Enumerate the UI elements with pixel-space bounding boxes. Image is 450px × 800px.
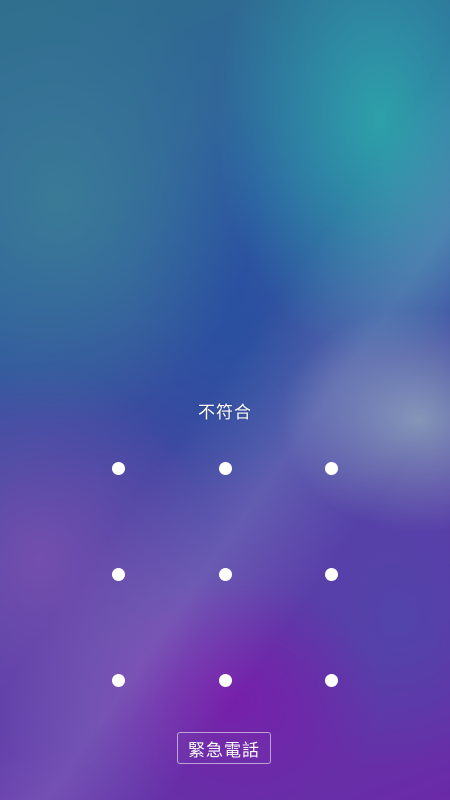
- pattern-dot-6[interactable]: [278, 521, 384, 627]
- pattern-dot-4-marker: [111, 567, 125, 581]
- pattern-dot-6-marker: [324, 567, 338, 581]
- pattern-dot-5-marker: [218, 567, 232, 581]
- lock-screen: 不符合 緊急電話: [0, 0, 450, 800]
- pattern-dot-1-marker: [111, 461, 125, 475]
- pattern-dot-7[interactable]: [65, 627, 171, 733]
- pattern-dot-2-marker: [218, 461, 232, 475]
- unlock-pattern-grid[interactable]: [65, 415, 385, 735]
- pattern-dot-9-marker: [324, 673, 338, 687]
- pattern-dot-8[interactable]: [172, 627, 278, 733]
- emergency-call-button[interactable]: 緊急電話: [177, 732, 271, 764]
- pattern-dot-3[interactable]: [278, 415, 384, 521]
- pattern-dot-5[interactable]: [172, 521, 278, 627]
- pattern-dot-1[interactable]: [65, 415, 171, 521]
- pattern-dot-9[interactable]: [278, 627, 384, 733]
- pattern-dot-2[interactable]: [172, 415, 278, 521]
- pattern-dot-7-marker: [111, 673, 125, 687]
- pattern-dot-8-marker: [218, 673, 232, 687]
- pattern-dot-4[interactable]: [65, 521, 171, 627]
- pattern-dot-3-marker: [324, 461, 338, 475]
